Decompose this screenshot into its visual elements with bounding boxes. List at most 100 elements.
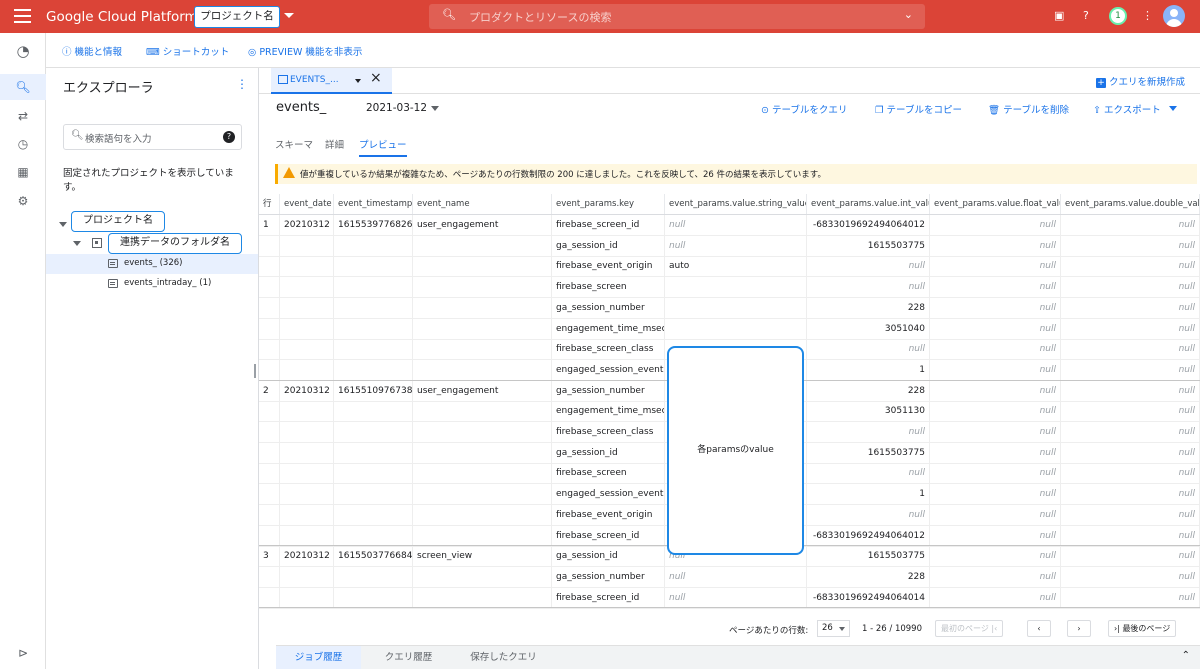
expand-rail-icon[interactable]: ⊳ [0,640,46,666]
avatar[interactable] [1163,5,1185,27]
explorer-search-icon[interactable]: 🔍︎ [0,74,46,100]
project-dropdown-icon[interactable] [284,13,294,18]
subtabs: スキーマ 詳細 プレビュー [259,134,1200,157]
dashboard-icon[interactable]: ▦ [0,159,46,185]
table-cell [413,566,552,587]
collapse-caret-icon[interactable] [59,222,67,227]
table-cell [334,525,413,546]
transfers-icon[interactable]: ⇄ [0,103,46,129]
first-page-button[interactable]: 最初のページ |‹ [935,620,1004,637]
rows-per-page-select[interactable]: 26 [817,620,850,637]
panel-resize-handle[interactable] [254,364,256,378]
table-cell: firebase_screen_id [552,587,665,608]
search-bar[interactable]: 🔍︎ プロダクトとリソースの検索 ⌄ [429,4,925,29]
more-vert-icon[interactable]: ⋮ [1142,9,1153,22]
table-cell [280,566,334,587]
table-cell: 20210312 [280,546,334,567]
tree-table-events-intraday[interactable]: events_intraday_ (1) [124,278,211,288]
new-query-button[interactable]: + クエリを新規作成 [1095,74,1185,88]
table-cell: null [807,339,930,360]
tab-saved-queries[interactable]: 保存したクエリ [456,646,551,669]
shortcuts-link[interactable]: ⌨ ショートカット [146,44,229,58]
expand-up-icon[interactable]: ⌃ [1182,650,1190,661]
warning-icon [283,167,295,178]
table-cell [280,235,334,256]
tab-events[interactable]: EVENTS_... × [271,68,392,94]
table-cell [334,235,413,256]
table-cell: null [665,235,807,256]
last-page-label: 最後のページ [1122,624,1171,633]
table-cell: null [930,484,1061,505]
table-cell: null [930,525,1061,546]
table-cell: 20210312 [280,215,334,235]
preview-hide-link[interactable]: ◎ PREVIEW 機能を非表示 [248,44,362,58]
add-icon: + [1095,78,1106,88]
tab-menu-icon[interactable] [355,79,361,83]
explorer-search-field[interactable]: 🔍︎ 検索語句を入力 ? [63,124,242,150]
project-selector[interactable]: プロジェクト名 [194,6,280,28]
chevron-down-icon[interactable] [431,106,439,111]
notification-badge[interactable]: 1 [1109,7,1127,25]
tab-query-history[interactable]: クエリ履歴 [361,646,456,669]
table-cell: firebase_screen_id [552,215,665,235]
table-cell: null [930,235,1061,256]
close-icon[interactable]: × [370,70,382,86]
search-input[interactable]: プロダクトとリソースの検索 [469,9,611,25]
table-cell: null [1061,215,1200,235]
export-caret-icon[interactable] [1169,106,1177,111]
tab-job-history[interactable]: ジョブ履歴 [276,646,361,669]
settings-icon[interactable]: ⚙ [0,188,46,214]
table-cell [280,401,334,422]
help-icon[interactable]: ? [1083,9,1089,22]
table-date-selector[interactable]: 2021-03-12 [366,102,427,114]
search-icon: 🔍︎ [71,130,84,141]
table-cell: ga_session_id [552,235,665,256]
table-cell: null [1061,359,1200,380]
table-cell: 2 [259,380,280,401]
export-button[interactable]: ⇪ エクスポート [1093,102,1161,116]
table-cell [280,256,334,277]
table-cell: null [930,256,1061,277]
tree-table-events[interactable]: events_ (326) [124,258,182,268]
table-cell [259,463,280,484]
column-header: event_params.value.string_value [665,194,807,214]
explorer-search-input[interactable]: 検索語句を入力 [85,131,152,145]
delete-table-button[interactable]: 🗑︎ テーブルを削除 [988,102,1069,116]
copy-table-button[interactable]: ❐ テーブルをコピー [875,102,962,116]
table-cell: null [1061,484,1200,505]
help-icon[interactable]: ? [223,131,235,143]
prev-page-button[interactable]: ‹ [1027,620,1051,637]
chevron-down-icon[interactable]: ⌄ [904,8,913,21]
tab-details[interactable]: 詳細 [325,137,344,151]
bigquery-logo-icon[interactable]: ◔ [0,38,46,64]
history-icon[interactable]: ◷ [0,131,46,157]
brand-title[interactable]: Google Cloud Platform [46,9,198,25]
features-info-label: 機能と情報 [74,47,123,58]
table-cell [259,277,280,298]
tab-preview[interactable]: プレビュー [359,137,407,157]
tree-dataset[interactable]: 連携データのフォルダ名 [108,233,242,254]
table-cell: ga_session_id [552,546,665,567]
preview-grid: 行 event_date event_timestamp event_name even… [259,194,1200,612]
menu-icon[interactable] [14,9,31,23]
collapse-caret-icon[interactable] [73,241,81,246]
column-header: 行 [259,194,280,214]
cloud-shell-icon[interactable]: ▣ [1054,9,1064,22]
table-cell: null [807,256,930,277]
features-info-link[interactable]: ⓘ 機能と情報 [62,44,122,58]
table-cell: 1 [807,359,930,380]
table-cell: ga_session_number [552,380,665,401]
table-cell [413,463,552,484]
table-cell: screen_view [413,546,552,567]
table-cell: null [1061,318,1200,339]
search-icon: 🔍︎ [442,8,456,21]
table-cell: null [1061,442,1200,463]
next-page-button[interactable]: › [1067,620,1091,637]
tree-project[interactable]: プロジェクト名 [71,211,165,232]
tab-schema[interactable]: スキーマ [275,137,313,151]
last-page-button[interactable]: ›| 最後のページ [1108,620,1177,637]
query-table-button[interactable]: ⊙ テーブルをクエリ [761,102,847,116]
table-cell [334,318,413,339]
table-cell: null [930,504,1061,525]
explorer-more-icon[interactable]: ⋮ [236,77,248,91]
